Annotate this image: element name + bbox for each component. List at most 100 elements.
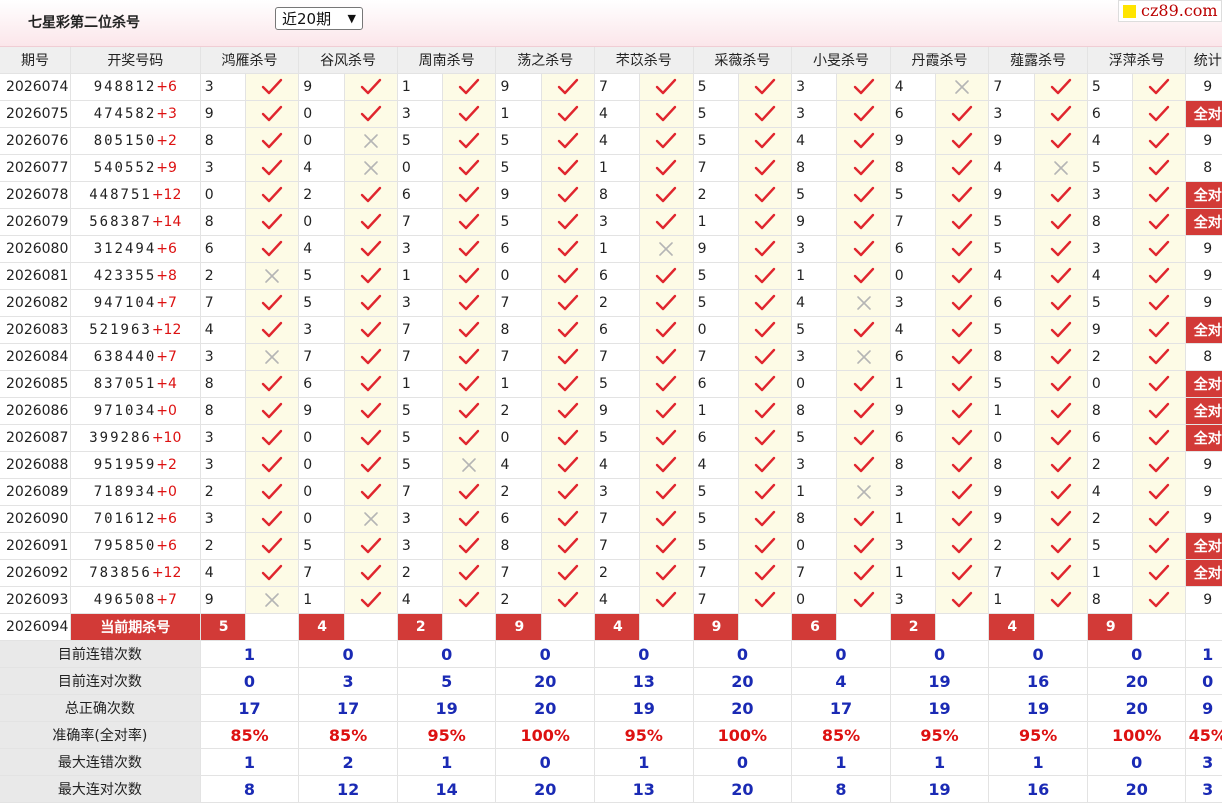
stats-value: 19 — [890, 775, 990, 803]
check-icon — [442, 100, 497, 128]
check-icon — [442, 235, 497, 263]
check-icon — [245, 181, 300, 209]
check-icon — [639, 424, 694, 452]
table-row: 2026093 496508+7 9 1 4 2 4 7 0 3 1 8 9 — [0, 586, 1222, 614]
kill-number-cell: 4 — [200, 316, 246, 344]
kill-number-cell: 3 — [397, 235, 444, 263]
check-icon — [245, 370, 300, 398]
header-stat: 统计 — [1185, 47, 1222, 74]
draw-number-cell: 568387+14 — [70, 208, 201, 236]
stat-cell: 9 — [1185, 73, 1222, 101]
check-icon — [541, 316, 596, 344]
draw-bonus: +3 — [156, 106, 177, 122]
kill-number-cell: 4 — [890, 316, 937, 344]
check-icon — [1132, 181, 1187, 209]
draw-digits: 718934 — [93, 484, 157, 500]
check-icon — [1034, 316, 1088, 344]
stats-total: 3 — [1185, 775, 1222, 803]
draw-number-cell: 701612+6 — [70, 505, 201, 533]
check-icon — [836, 316, 891, 344]
stats-label: 目前连对次数 — [0, 667, 201, 695]
kill-number-cell: 1 — [693, 208, 739, 236]
period-select[interactable]: 近20期 ▼ — [275, 7, 363, 30]
kill-number-cell: 8 — [988, 451, 1035, 479]
kill-number-cell: 6 — [397, 181, 444, 209]
kill-number-cell: 1 — [397, 262, 444, 290]
check-icon — [344, 208, 398, 236]
kill-number-cell: 1 — [495, 370, 542, 398]
kill-number-cell: 1 — [397, 73, 444, 101]
check-icon — [738, 316, 793, 344]
stat-cell: 全对 — [1185, 532, 1222, 560]
draw-digits: 474582 — [93, 106, 157, 122]
kill-number-cell: 8 — [495, 316, 542, 344]
current-kill-value: 4 — [988, 613, 1035, 641]
kill-number-cell: 3 — [988, 100, 1035, 128]
table-row: 2026083 521963+12 4 3 7 8 6 0 5 4 5 9 全对 — [0, 316, 1222, 344]
kill-number-cell: 0 — [298, 505, 345, 533]
check-icon — [1132, 262, 1187, 290]
kill-number-cell: 5 — [988, 370, 1035, 398]
check-icon — [935, 289, 990, 317]
check-icon — [738, 559, 793, 587]
kill-number-cell: 4 — [1087, 262, 1134, 290]
stat-cell: 全对 — [1185, 559, 1222, 587]
draw-number-cell: 540552+9 — [70, 154, 201, 182]
draw-number-cell: 521963+12 — [70, 316, 201, 344]
stats-total: 0 — [1185, 667, 1222, 695]
kill-number-cell: 6 — [1087, 424, 1134, 452]
check-icon — [541, 478, 596, 506]
kill-number-cell: 5 — [791, 424, 838, 452]
current-kill-blank — [245, 613, 300, 641]
period-select-value: 近20期 — [282, 10, 332, 28]
kill-number-cell: 9 — [200, 586, 246, 614]
site-logo[interactable]: cz89.com — [1118, 0, 1222, 22]
check-icon — [344, 262, 398, 290]
check-icon — [935, 262, 990, 290]
stats-row: 最大连错次数 1 2 1 0 1 0 1 1 1 0 3 — [0, 748, 1222, 776]
check-icon — [1034, 532, 1088, 560]
kill-number-cell: 8 — [495, 532, 542, 560]
kill-number-cell: 2 — [594, 289, 641, 317]
draw-digits: 540552 — [93, 160, 157, 176]
check-icon — [1034, 73, 1088, 101]
kill-number-cell: 7 — [200, 289, 246, 317]
draw-number-cell: 971034+0 — [70, 397, 201, 425]
check-icon — [836, 181, 891, 209]
draw-number-cell: 783856+12 — [70, 559, 201, 587]
kill-number-cell: 0 — [298, 100, 345, 128]
kill-number-cell: 4 — [693, 451, 739, 479]
draw-digits: 795850 — [93, 538, 157, 554]
stats-value: 1 — [594, 748, 694, 776]
kill-number-cell: 7 — [693, 559, 739, 587]
check-icon — [639, 559, 694, 587]
draw-bonus: +7 — [156, 295, 177, 311]
current-kill-value: 9 — [1087, 613, 1134, 641]
kill-number-cell: 4 — [594, 100, 641, 128]
check-icon — [1132, 370, 1187, 398]
check-icon — [639, 262, 694, 290]
kill-number-cell: 7 — [693, 154, 739, 182]
kill-number-cell: 3 — [397, 505, 444, 533]
check-icon — [738, 343, 793, 371]
check-icon — [639, 127, 694, 155]
kill-number-cell: 3 — [791, 451, 838, 479]
kill-number-cell: 2 — [200, 262, 246, 290]
period-cell: 2026076 — [0, 127, 71, 155]
check-icon — [836, 505, 891, 533]
period-cell: 2026083 — [0, 316, 71, 344]
kill-number-cell: 8 — [791, 505, 838, 533]
draw-digits: 783856 — [89, 565, 152, 581]
stats-value: 12 — [298, 775, 398, 803]
draw-number-cell: 837051+4 — [70, 370, 201, 398]
kill-number-cell: 5 — [397, 127, 444, 155]
kill-number-cell: 3 — [890, 478, 937, 506]
check-icon — [639, 316, 694, 344]
draw-number-cell: 638440+7 — [70, 343, 201, 371]
stats-value: 1 — [890, 748, 990, 776]
check-icon — [738, 181, 793, 209]
stats-value: 85% — [200, 721, 300, 749]
kill-number-cell: 3 — [594, 208, 641, 236]
kill-number-cell: 1 — [890, 370, 937, 398]
stats-value: 95% — [594, 721, 694, 749]
